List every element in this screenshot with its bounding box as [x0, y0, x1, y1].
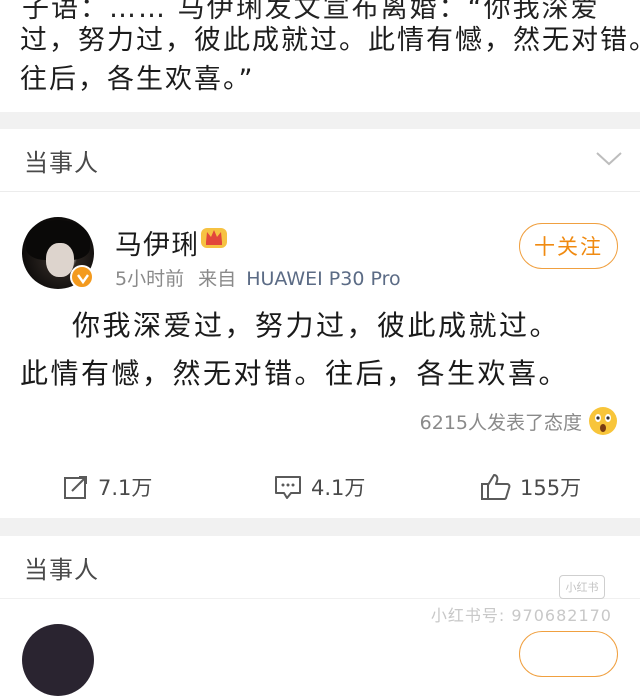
reaction-count: 6215人发表了态度 [419, 411, 582, 434]
previous-post-quote: 子语：…… 马伊琍发文宣布离婚：“你我深爱 过，努力过，彼此成就过。此情有憾，然… [0, 0, 640, 112]
post-source[interactable]: HUAWEI P30 Pro [246, 268, 400, 290]
from-label: 来自 [198, 268, 237, 290]
watermark-text: 小红书号: 970682170 [430, 606, 612, 625]
section-title-2: 当事人 [24, 556, 99, 584]
section-title: 当事人 [24, 149, 99, 177]
comment-count: 4.1万 [311, 476, 366, 500]
repost-count: 7.1万 [98, 476, 153, 500]
post-time: 5小时前 [115, 268, 185, 290]
post-text-line-2: 此情有憾，然无对错。往后，各生欢喜。 [20, 357, 570, 390]
section-gap [0, 112, 640, 129]
post-meta: 5小时前 来自 HUAWEI P30 Pro [115, 264, 401, 291]
like-count: 155万 [520, 476, 582, 500]
chevron-down-icon[interactable] [594, 147, 624, 169]
reaction-row[interactable]: 6215人发表了态度 [420, 404, 618, 438]
comment-button[interactable]: 4.1万 [273, 470, 365, 504]
avatar[interactable] [22, 217, 94, 289]
like-icon [481, 474, 511, 500]
weibo-post: 马伊琍 5小时前 来自 HUAWEI P30 Pro 十关注 你我深爱过，努力过… [0, 192, 640, 518]
post-text-line-1: 你我深爱过，努力过，彼此成就过。 [72, 309, 561, 342]
follow-button[interactable]: 十关注 [519, 223, 618, 269]
section-header-1[interactable]: 当事人 [0, 129, 640, 192]
quote-line-1: 过，努力过，彼此成就过。此情有憾，然无对错。 [20, 25, 640, 56]
section-gap-2 [0, 518, 640, 536]
quote-line-2: 往后，各生欢喜。” [20, 64, 255, 95]
vip-crown-icon[interactable] [199, 222, 229, 250]
verified-badge-icon [70, 265, 94, 289]
follow-button-second-post[interactable] [519, 631, 618, 677]
repost-button[interactable]: 7.1万 [62, 470, 152, 504]
repost-icon [64, 476, 87, 499]
comment-icon [275, 476, 301, 499]
action-bar: 7.1万 4.1万 155万 [0, 464, 640, 510]
like-button[interactable]: 155万 [480, 470, 581, 504]
watermark-logo: 小红书 [559, 575, 605, 599]
wow-emoji-icon [589, 407, 617, 435]
avatar-second-post[interactable] [22, 624, 94, 696]
section-header-2[interactable]: 当事人 [0, 536, 640, 599]
username[interactable]: 马伊琍 [115, 223, 199, 262]
